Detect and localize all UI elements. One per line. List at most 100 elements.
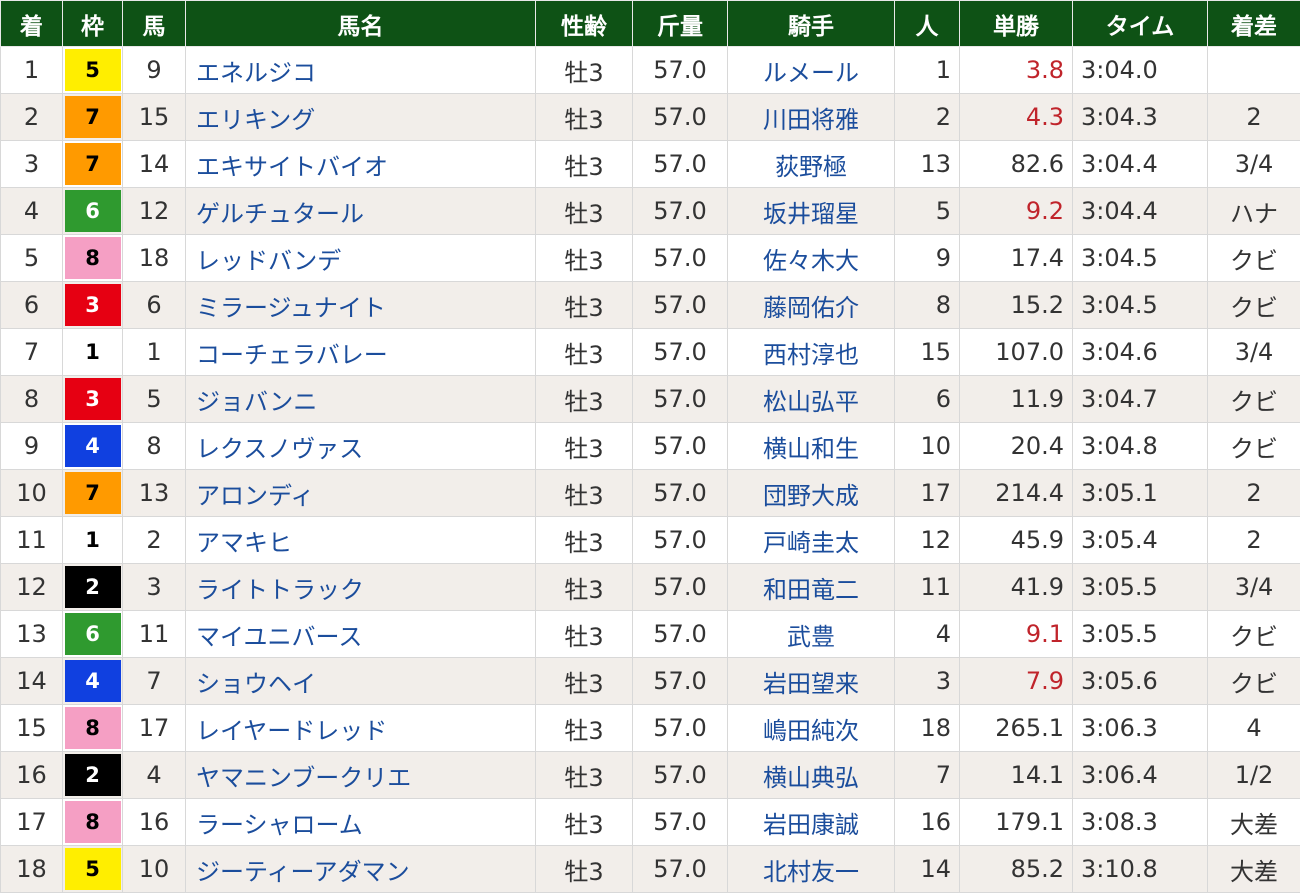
jockey-link[interactable]: 松山弘平 (727, 375, 895, 423)
horse-name-link[interactable]: レッドバンデ (185, 234, 536, 282)
header-time[interactable]: タイム (1072, 0, 1208, 47)
header-odds[interactable]: 単勝 (959, 0, 1073, 47)
jockey-link[interactable]: 岩田康誠 (727, 798, 895, 846)
horse-name-link[interactable]: ジョバンニ (185, 375, 536, 423)
jockey-link[interactable]: 荻野極 (727, 140, 895, 188)
jockey-link[interactable]: 和田竜二 (727, 563, 895, 611)
header-jockey[interactable]: 騎手 (727, 0, 895, 47)
horse-name-link[interactable]: エリキング (185, 93, 536, 141)
horse-number-cell: 6 (122, 281, 186, 329)
waku-cell: 3 (62, 375, 123, 423)
jockey-link[interactable]: 川田将雅 (727, 93, 895, 141)
margin-cell: 1/2 (1207, 751, 1300, 799)
time-cell: 3:05.1 (1072, 469, 1208, 517)
waku-cell: 5 (62, 845, 123, 893)
jockey-link[interactable]: 団野大成 (727, 469, 895, 517)
rank-cell: 13 (0, 610, 63, 658)
horse-number-cell: 11 (122, 610, 186, 658)
sex-age-cell: 牡3 (535, 798, 633, 846)
rank-cell: 16 (0, 751, 63, 799)
horse-name-link[interactable]: マイユニバース (185, 610, 536, 658)
weight-cell: 57.0 (632, 328, 728, 376)
waku-cell: 5 (62, 46, 123, 94)
header-weight[interactable]: 斤量 (632, 0, 728, 47)
header-margin[interactable]: 着差 (1207, 0, 1300, 47)
horse-name-link[interactable]: ラーシャローム (185, 798, 536, 846)
horse-name-link[interactable]: ライトトラック (185, 563, 536, 611)
rank-cell: 6 (0, 281, 63, 329)
waku-badge: 7 (64, 472, 121, 514)
horse-name-link[interactable]: ヤマニンブークリエ (185, 751, 536, 799)
margin-cell: ハナ (1207, 187, 1300, 235)
jockey-link[interactable]: 横山典弘 (727, 751, 895, 799)
jockey-link[interactable]: 武豊 (727, 610, 895, 658)
waku-cell: 1 (62, 328, 123, 376)
rank-cell: 9 (0, 422, 63, 470)
jockey-link[interactable]: 坂井瑠星 (727, 187, 895, 235)
rank-cell: 12 (0, 563, 63, 611)
jockey-link[interactable]: ルメール (727, 46, 895, 94)
jockey-link[interactable]: 嶋田純次 (727, 704, 895, 752)
jockey-link[interactable]: 北村友一 (727, 845, 895, 893)
odds-cell: 20.4 (959, 422, 1073, 470)
horse-name-link[interactable]: ゲルチュタール (185, 187, 536, 235)
margin-cell: クビ (1207, 375, 1300, 423)
header-waku[interactable]: 枠 (62, 0, 123, 47)
jockey-link[interactable]: 戸崎圭太 (727, 516, 895, 564)
jockey-link[interactable]: 岩田望来 (727, 657, 895, 705)
rank-cell: 1 (0, 46, 63, 94)
table-row: 13 6 11 マイユニバース 牡3 57.0 武豊 4 9.1 3:05.5 クビ (0, 610, 1300, 658)
horse-number-cell: 16 (122, 798, 186, 846)
waku-cell: 6 (62, 610, 123, 658)
horse-name-link[interactable]: ショウヘイ (185, 657, 536, 705)
sex-age-cell: 牡3 (535, 281, 633, 329)
header-rank[interactable]: 着 (0, 0, 63, 47)
margin-cell: 3/4 (1207, 140, 1300, 188)
sex-age-cell: 牡3 (535, 93, 633, 141)
horse-name-link[interactable]: レクスノヴァス (185, 422, 536, 470)
table-row: 17 8 16 ラーシャローム 牡3 57.0 岩田康誠 16 179.1 3:08.3 大差 (0, 798, 1300, 846)
odds-cell: 9.2 (959, 187, 1073, 235)
waku-badge: 3 (64, 284, 121, 326)
odds-cell: 14.1 (959, 751, 1073, 799)
waku-cell: 2 (62, 563, 123, 611)
horse-number-cell: 1 (122, 328, 186, 376)
odds-cell: 15.2 (959, 281, 1073, 329)
waku-badge: 6 (64, 190, 121, 232)
time-cell: 3:04.6 (1072, 328, 1208, 376)
table-row: 1 5 9 エネルジコ 牡3 57.0 ルメール 1 3.8 3:04.0 (0, 46, 1300, 94)
horse-name-link[interactable]: エキサイトバイオ (185, 140, 536, 188)
jockey-link[interactable]: 横山和生 (727, 422, 895, 470)
jockey-link[interactable]: 西村淳也 (727, 328, 895, 376)
header-popularity[interactable]: 人 (894, 0, 960, 47)
horse-name-link[interactable]: ジーティーアダマン (185, 845, 536, 893)
horse-name-link[interactable]: レイヤードレッド (185, 704, 536, 752)
header-horse-number[interactable]: 馬 (122, 0, 186, 47)
table-row: 3 7 14 エキサイトバイオ 牡3 57.0 荻野極 13 82.6 3:04.4 3/4 (0, 140, 1300, 188)
horse-number-cell: 5 (122, 375, 186, 423)
time-cell: 3:05.4 (1072, 516, 1208, 564)
horse-name-link[interactable]: アマキヒ (185, 516, 536, 564)
time-cell: 3:04.5 (1072, 234, 1208, 282)
weight-cell: 57.0 (632, 563, 728, 611)
header-horse-name[interactable]: 馬名 (185, 0, 536, 47)
horse-number-cell: 12 (122, 187, 186, 235)
odds-cell: 179.1 (959, 798, 1073, 846)
sex-age-cell: 牡3 (535, 140, 633, 188)
horse-name-link[interactable]: アロンディ (185, 469, 536, 517)
horse-name-link[interactable]: ミラージュナイト (185, 281, 536, 329)
horse-name-link[interactable]: コーチェラバレー (185, 328, 536, 376)
sex-age-cell: 牡3 (535, 422, 633, 470)
weight-cell: 57.0 (632, 46, 728, 94)
popularity-cell: 13 (894, 140, 960, 188)
jockey-link[interactable]: 藤岡佑介 (727, 281, 895, 329)
jockey-link[interactable]: 佐々木大 (727, 234, 895, 282)
header-sex-age[interactable]: 性齢 (535, 0, 633, 47)
margin-cell: 2 (1207, 469, 1300, 517)
popularity-cell: 9 (894, 234, 960, 282)
horse-number-cell: 18 (122, 234, 186, 282)
popularity-cell: 10 (894, 422, 960, 470)
odds-cell: 9.1 (959, 610, 1073, 658)
popularity-cell: 2 (894, 93, 960, 141)
horse-name-link[interactable]: エネルジコ (185, 46, 536, 94)
